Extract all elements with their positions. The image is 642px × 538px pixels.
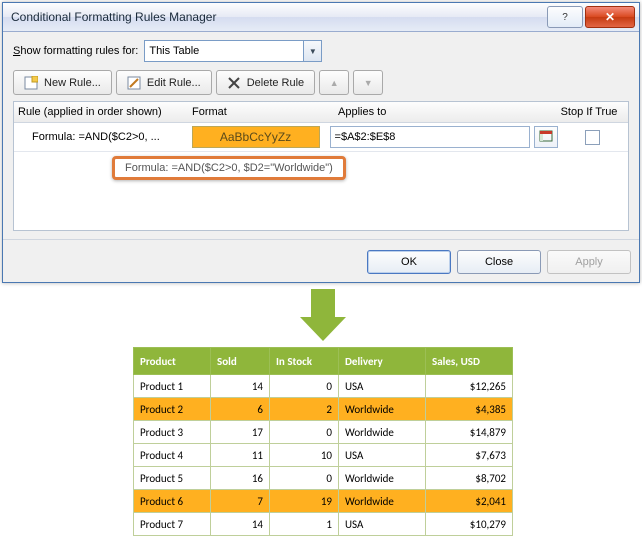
new-rule-button[interactable]: New Rule...	[13, 70, 112, 95]
rule-row[interactable]: Formula: =AND($C2>0, ... AaBbCcYyZz =$A$…	[14, 123, 628, 152]
header-product: Product	[134, 348, 211, 375]
help-button[interactable]: ?	[547, 6, 583, 28]
cell-sales[interactable]: $2,041	[426, 490, 513, 513]
cell-sold[interactable]: 14	[211, 513, 270, 536]
cell-sold[interactable]: 6	[211, 398, 270, 421]
cell-instock[interactable]: 1	[270, 513, 339, 536]
cell-instock[interactable]: 0	[270, 421, 339, 444]
applies-to-value: =$A$2:$E$8	[335, 131, 396, 143]
close-icon: ✕	[605, 10, 615, 24]
scope-combobox[interactable]: This Table ▼	[144, 40, 322, 62]
cell-delivery[interactable]: USA	[339, 375, 426, 398]
illustration-arrow	[2, 289, 642, 343]
cell-instock[interactable]: 0	[270, 375, 339, 398]
edit-rule-icon	[127, 76, 141, 90]
dialog-body: Show formatting rules for: This Table ▼ …	[3, 32, 639, 282]
ok-button[interactable]: OK	[367, 250, 451, 274]
arrow-up-icon: ▲	[330, 78, 339, 88]
data-table: Product Sold In Stock Delivery Sales, US…	[133, 347, 513, 536]
cell-delivery[interactable]: USA	[339, 444, 426, 467]
cell-instock[interactable]: 19	[270, 490, 339, 513]
cell-product[interactable]: Product 3	[134, 421, 211, 444]
cell-sales[interactable]: $10,279	[426, 513, 513, 536]
header-sales: Sales, USD	[426, 348, 513, 375]
cell-sales[interactable]: $7,673	[426, 444, 513, 467]
cell-delivery[interactable]: USA	[339, 513, 426, 536]
table-row[interactable]: Product 1140USA$12,265	[134, 375, 513, 398]
cell-delivery[interactable]: Worldwide	[339, 467, 426, 490]
rules-toolbar: New Rule... Edit Rule... Delete Rule ▲ ▼	[13, 70, 629, 95]
cell-product[interactable]: Product 4	[134, 444, 211, 467]
cell-product[interactable]: Product 1	[134, 375, 211, 398]
move-down-button[interactable]: ▼	[353, 70, 383, 95]
titlebar[interactable]: Conditional Formatting Rules Manager ? ✕	[3, 3, 639, 32]
rule-label: Formula: =AND($C2>0, ...	[14, 131, 186, 143]
range-selector-button[interactable]	[534, 126, 558, 148]
cell-sales[interactable]: $8,702	[426, 467, 513, 490]
table-row[interactable]: Product 262Worldwide$4,385	[134, 398, 513, 421]
rule-formula-tooltip: Formula: =AND($C2>0, $D2="Worldwide")	[112, 156, 346, 180]
cell-sold[interactable]: 17	[211, 421, 270, 444]
header-stop: Stop If True	[550, 106, 628, 118]
cell-sold[interactable]: 14	[211, 375, 270, 398]
result-sheet: Product Sold In Stock Delivery Sales, US…	[2, 347, 642, 536]
format-preview: AaBbCcYyZz	[192, 126, 320, 148]
header-format: Format	[188, 106, 334, 118]
delete-rule-icon	[227, 76, 241, 90]
cell-product[interactable]: Product 6	[134, 490, 211, 513]
scope-label: Show formatting rules for:	[13, 45, 138, 57]
cell-delivery[interactable]: Worldwide	[339, 490, 426, 513]
close-window-button[interactable]: ✕	[585, 6, 635, 28]
dialog-footer: OK Close Apply	[3, 239, 639, 282]
cell-sold[interactable]: 11	[211, 444, 270, 467]
scope-value: This Table	[149, 45, 199, 57]
cell-sales[interactable]: $12,265	[426, 375, 513, 398]
header-rule: Rule (applied in order shown)	[14, 106, 188, 118]
help-icon: ?	[562, 12, 568, 23]
applies-to-input[interactable]: =$A$2:$E$8	[330, 126, 530, 148]
arrow-down-icon: ▼	[364, 78, 373, 88]
header-sold: Sold	[211, 348, 270, 375]
table-row[interactable]: Product 41110USA$7,673	[134, 444, 513, 467]
rules-grid: Rule (applied in order shown) Format App…	[13, 101, 629, 231]
table-row[interactable]: Product 7141USA$10,279	[134, 513, 513, 536]
header-applies: Applies to	[334, 106, 550, 118]
cell-instock[interactable]: 2	[270, 398, 339, 421]
table-row[interactable]: Product 3170Worldwide$14,879	[134, 421, 513, 444]
arrow-down-graphic	[300, 289, 346, 343]
apply-button[interactable]: Apply	[547, 250, 631, 274]
cell-product[interactable]: Product 2	[134, 398, 211, 421]
cell-instock[interactable]: 0	[270, 467, 339, 490]
conditional-formatting-dialog: Conditional Formatting Rules Manager ? ✕…	[2, 2, 640, 283]
stop-if-true-checkbox[interactable]	[585, 130, 600, 145]
new-rule-icon	[24, 76, 38, 90]
table-header-row: Product Sold In Stock Delivery Sales, US…	[134, 348, 513, 375]
move-up-button[interactable]: ▲	[319, 70, 349, 95]
chevron-down-icon: ▼	[303, 41, 321, 61]
cell-sold[interactable]: 7	[211, 490, 270, 513]
table-row[interactable]: Product 5160Worldwide$8,702	[134, 467, 513, 490]
cell-product[interactable]: Product 7	[134, 513, 211, 536]
range-selector-icon	[539, 130, 553, 145]
cell-sales[interactable]: $14,879	[426, 421, 513, 444]
close-button[interactable]: Close	[457, 250, 541, 274]
header-instock: In Stock	[270, 348, 339, 375]
cell-product[interactable]: Product 5	[134, 467, 211, 490]
delete-rule-button[interactable]: Delete Rule	[216, 70, 316, 95]
cell-sold[interactable]: 16	[211, 467, 270, 490]
cell-instock[interactable]: 10	[270, 444, 339, 467]
cell-delivery[interactable]: Worldwide	[339, 421, 426, 444]
table-row[interactable]: Product 6719Worldwide$2,041	[134, 490, 513, 513]
scope-row: Show formatting rules for: This Table ▼	[13, 40, 629, 62]
grid-header: Rule (applied in order shown) Format App…	[14, 102, 628, 123]
dialog-title: Conditional Formatting Rules Manager	[11, 10, 547, 24]
cell-sales[interactable]: $4,385	[426, 398, 513, 421]
header-delivery: Delivery	[339, 348, 426, 375]
cell-delivery[interactable]: Worldwide	[339, 398, 426, 421]
edit-rule-button[interactable]: Edit Rule...	[116, 70, 212, 95]
